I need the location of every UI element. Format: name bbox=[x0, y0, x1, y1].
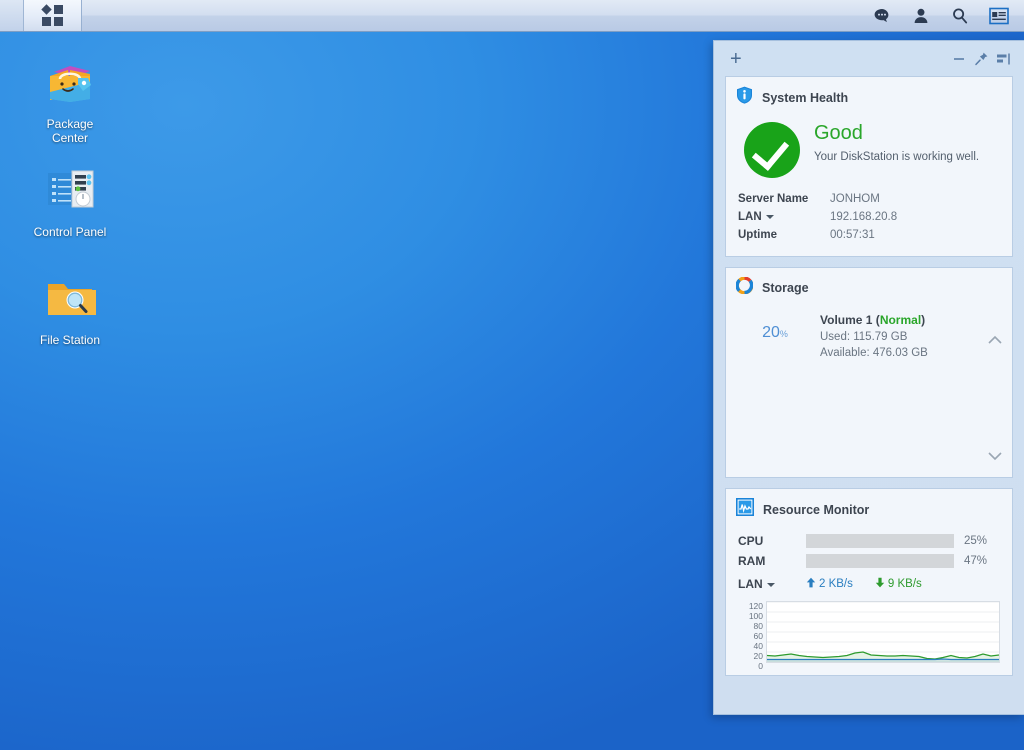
add-widget-button[interactable]: + bbox=[730, 49, 742, 69]
system-health-row-server-name: Server Name JONHOM bbox=[738, 190, 1000, 208]
chevron-down-icon[interactable] bbox=[765, 214, 774, 219]
y-tick: 40 bbox=[753, 641, 763, 651]
taskbar-left-edge bbox=[0, 0, 24, 31]
package-center-icon bbox=[40, 52, 100, 112]
row-key: Uptime bbox=[738, 229, 777, 241]
taskbar-tray bbox=[871, 0, 1024, 31]
widget-resource-monitor: Resource Monitor CPU 25% RAM 47% LAN 2 K… bbox=[725, 488, 1013, 676]
download-rate-label: 9 KB/s bbox=[887, 578, 922, 590]
storage-title-bar: Storage bbox=[726, 268, 1012, 305]
network-chart-y-axis: 120 100 80 60 40 20 0 bbox=[738, 601, 766, 671]
storage-percent: 20 bbox=[762, 324, 780, 341]
desktop-icon-label: Control Panel bbox=[33, 225, 107, 239]
upload-rate: 2 KB/s bbox=[806, 577, 853, 591]
storage-donut-icon bbox=[735, 276, 754, 299]
taskbar-empty-area bbox=[82, 0, 871, 31]
system-health-status-row: Good Your DiskStation is working well. bbox=[738, 119, 1000, 190]
pin-widgets-button[interactable] bbox=[970, 49, 992, 69]
network-chart: 120 100 80 60 40 20 0 bbox=[738, 601, 1000, 671]
desktop-icon-label: Package Center bbox=[46, 117, 94, 145]
shield-info-icon bbox=[736, 86, 753, 109]
scroll-up-icon[interactable] bbox=[986, 333, 1004, 351]
ram-label: RAM bbox=[738, 554, 766, 568]
system-health-title-bar: System Health bbox=[726, 77, 1012, 115]
resource-monitor-body: CPU 25% RAM 47% LAN 2 KB/s 9 KB/s 120 10… bbox=[726, 527, 1012, 675]
row-value: 00:57:31 bbox=[830, 229, 875, 241]
row-value: 192.168.20.8 bbox=[830, 211, 898, 223]
lan-text: LAN bbox=[738, 577, 763, 591]
control-panel-icon bbox=[40, 160, 100, 220]
cpu-percent: 25% bbox=[964, 535, 988, 547]
widget-panel: + System Health Good Your DiskStation is… bbox=[713, 40, 1024, 715]
taskbar bbox=[0, 0, 1024, 32]
donut-center: 20% bbox=[755, 324, 795, 364]
ram-percent: 47% bbox=[964, 555, 988, 567]
ram-row: RAM 47% bbox=[738, 551, 1000, 571]
cpu-row: CPU 25% bbox=[738, 531, 1000, 551]
minimize-widgets-button[interactable] bbox=[948, 49, 970, 69]
system-health-body: Good Your DiskStation is working well. S… bbox=[726, 115, 1012, 256]
storage-title: Storage bbox=[762, 281, 809, 295]
y-tick: 80 bbox=[753, 621, 763, 631]
y-tick: 60 bbox=[753, 631, 763, 641]
storage-used: Used: 115.79 GB bbox=[820, 331, 908, 343]
system-health-row-lan: LAN 192.168.20.8 bbox=[738, 208, 1000, 226]
system-health-title: System Health bbox=[762, 90, 849, 105]
notifications-icon[interactable] bbox=[871, 5, 893, 27]
widget-panel-header: + bbox=[714, 41, 1024, 76]
system-health-description: Your DiskStation is working well. bbox=[814, 151, 980, 163]
resource-monitor-title: Resource Monitor bbox=[763, 502, 870, 517]
desktop-icon-control-panel[interactable]: Control Panel bbox=[18, 160, 122, 239]
system-health-row-uptime: Uptime 00:57:31 bbox=[738, 226, 1000, 244]
cpu-bar-track bbox=[806, 534, 954, 548]
volume-status: Normal bbox=[879, 313, 922, 327]
row-key-label: LAN bbox=[738, 211, 762, 223]
desktop-icon-package-center[interactable]: Package Center bbox=[18, 52, 122, 145]
resource-monitor-title-bar: Resource Monitor bbox=[726, 489, 1012, 527]
row-value: JONHOM bbox=[830, 193, 880, 205]
file-station-icon bbox=[40, 268, 100, 328]
y-tick: 20 bbox=[753, 651, 763, 661]
percent-sign: % bbox=[779, 329, 788, 339]
arrow-up-icon bbox=[806, 577, 816, 591]
y-tick: 100 bbox=[748, 611, 763, 621]
network-chart-plot bbox=[766, 601, 1000, 663]
lan-label: LAN bbox=[738, 577, 806, 591]
download-rate: 9 KB/s bbox=[875, 577, 922, 591]
desktop-icon-label: File Station bbox=[39, 333, 101, 347]
upload-rate-label: 2 KB/s bbox=[819, 578, 853, 590]
user-icon[interactable] bbox=[910, 5, 932, 27]
storage-volume-row: 20% Volume 1 (Normal) Used: 115.79 GB Av… bbox=[736, 307, 1002, 375]
ram-bar-track bbox=[806, 554, 954, 568]
chevron-down-icon[interactable] bbox=[766, 582, 775, 587]
y-tick: 0 bbox=[758, 661, 763, 671]
desktop-icon-file-station[interactable]: File Station bbox=[18, 268, 122, 347]
desktop: Package Center Control Panel File Statio… bbox=[0, 0, 1024, 750]
arrow-down-icon bbox=[875, 577, 885, 591]
widget-system-health: System Health Good Your DiskStation is w… bbox=[725, 76, 1013, 257]
storage-usage-donut: 20% bbox=[744, 313, 806, 375]
y-tick: 120 bbox=[748, 601, 763, 611]
scroll-down-icon[interactable] bbox=[986, 449, 1004, 467]
lan-row: LAN 2 KB/s 9 KB/s bbox=[738, 571, 1000, 593]
search-icon[interactable] bbox=[949, 5, 971, 27]
widget-storage: Storage 20% Volume 1 (Normal) Used: 115.… bbox=[725, 267, 1013, 478]
widget-toggle-icon[interactable] bbox=[988, 5, 1010, 27]
row-key: Server Name bbox=[738, 193, 809, 205]
storage-volume-name: Volume 1 (Normal) bbox=[820, 313, 926, 327]
app-grid-icon bbox=[40, 3, 64, 27]
storage-body: 20% Volume 1 (Normal) Used: 115.79 GB Av… bbox=[726, 305, 1012, 477]
resource-monitor-icon bbox=[736, 498, 754, 521]
cpu-label: CPU bbox=[738, 534, 764, 548]
row-key: LAN bbox=[738, 211, 830, 223]
storage-available: Available: 476.03 GB bbox=[820, 347, 928, 359]
check-circle-icon bbox=[744, 122, 800, 178]
system-health-status: Good bbox=[814, 122, 863, 144]
volume-label: Volume 1 bbox=[820, 313, 873, 327]
main-menu-button[interactable] bbox=[24, 0, 82, 31]
dock-widgets-button[interactable] bbox=[992, 49, 1014, 69]
